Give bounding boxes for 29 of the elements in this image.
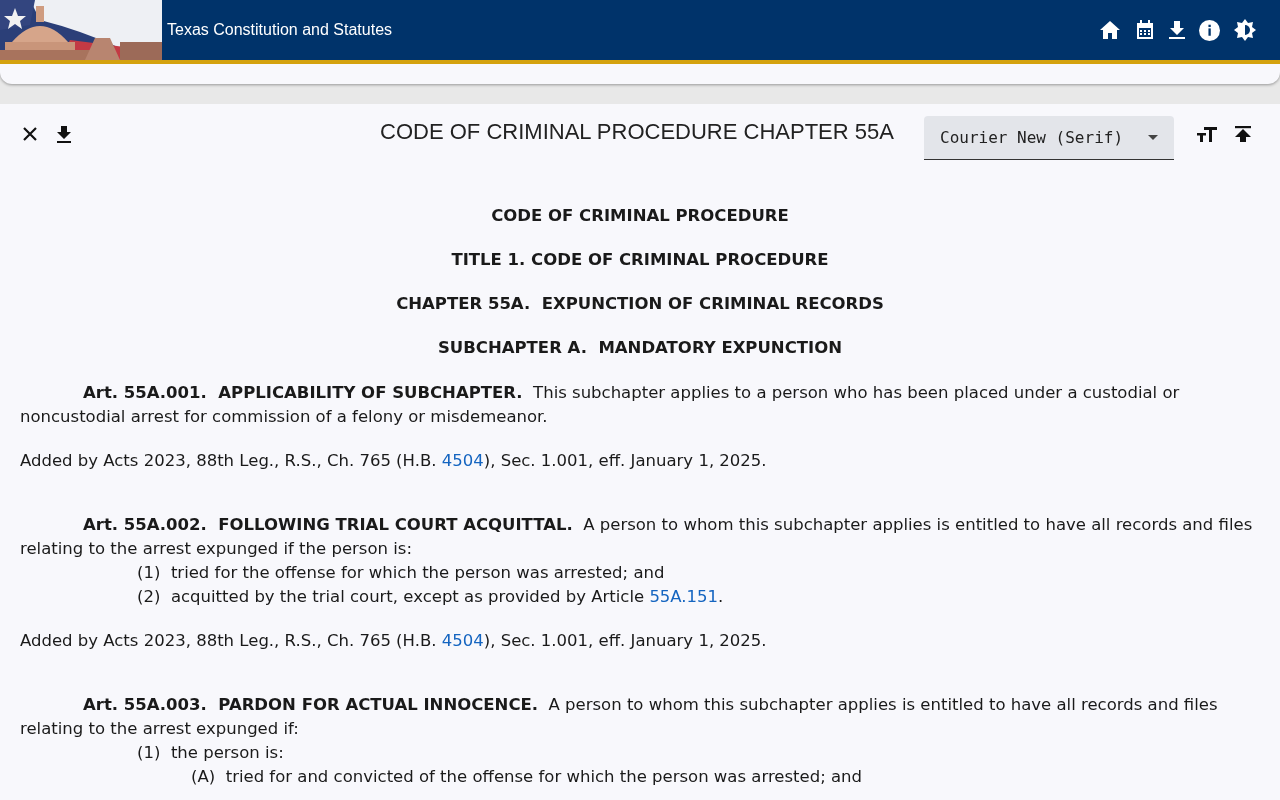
- font-select[interactable]: Courier New (Serif): [924, 116, 1174, 160]
- home-icon[interactable]: [1099, 20, 1121, 40]
- article-link[interactable]: 55A.151: [649, 587, 719, 606]
- list-item: (A) tried for and convicted of the offense for which the person was arrested; and: [190, 766, 864, 788]
- caret-icon: [1148, 135, 1158, 140]
- list-item: (2) acquitted by the trial court, except as provided by Article 55A.151.: [136, 586, 725, 608]
- section-heading: SUBCHAPTER A. MANDATORY EXPUNCTION: [436, 337, 843, 359]
- arrow-to-top-icon: [1235, 126, 1251, 142]
- section-heading: TITLE 1. CODE OF CRIMINAL PROCEDURE: [450, 249, 830, 271]
- text-size-icon: [1197, 126, 1217, 142]
- section-heading: CHAPTER 55A. EXPUNCTION OF CRIMINAL RECORDS: [395, 293, 885, 315]
- article-text: Art. 55A.003. PARDON FOR ACTUAL INNOCENCE. A person to whom this subchapter applies is entitled to have all records and files relating to the arrest expunged if:: [20, 694, 1219, 740]
- download-icon[interactable]: [1169, 21, 1185, 39]
- bill-link[interactable]: 4504: [441, 631, 484, 650]
- bill-link[interactable]: 4504: [441, 451, 484, 470]
- article-text: Art. 55A.001. APPLICABILITY OF SUBCHAPTER. This subchapter applies to a person who has been placed under a custodial or noncustodial arrest for commission of a felony or misdemeanor.: [20, 382, 1181, 428]
- history-note: Added by Acts 2023, 88th Leg., R.S., Ch. 765 (H.B. 4504), Sec. 1.001, eff. January 1, 2025.: [20, 630, 768, 652]
- section-heading: CODE OF CRIMINAL PROCEDURE: [490, 205, 790, 227]
- close-icon: [23, 127, 37, 141]
- document-title: CODE OF CRIMINAL PROCEDURE CHAPTER 55A: [379, 119, 895, 145]
- app-title: Texas Constitution and Statutes: [167, 21, 393, 39]
- brightness-icon[interactable]: [1234, 19, 1256, 41]
- download-icon: [57, 125, 71, 143]
- info-icon[interactable]: [1199, 19, 1220, 41]
- list-item: (1) tried for the offense for which the person was arrested; and: [136, 562, 666, 584]
- list-item: (1) the person is:: [136, 742, 285, 764]
- article-text: Art. 55A.002. FOLLOWING TRIAL COURT ACQUITTAL. A person to whom this subchapter applies is entitled to have all records and files relating to the arrest expunged if the person is:: [20, 514, 1254, 560]
- history-note: Added by Acts 2023, 88th Leg., R.S., Ch. 765 (H.B. 4504), Sec. 1.001, eff. January 1, 2025.: [20, 450, 768, 472]
- calendar-icon[interactable]: [1135, 20, 1155, 40]
